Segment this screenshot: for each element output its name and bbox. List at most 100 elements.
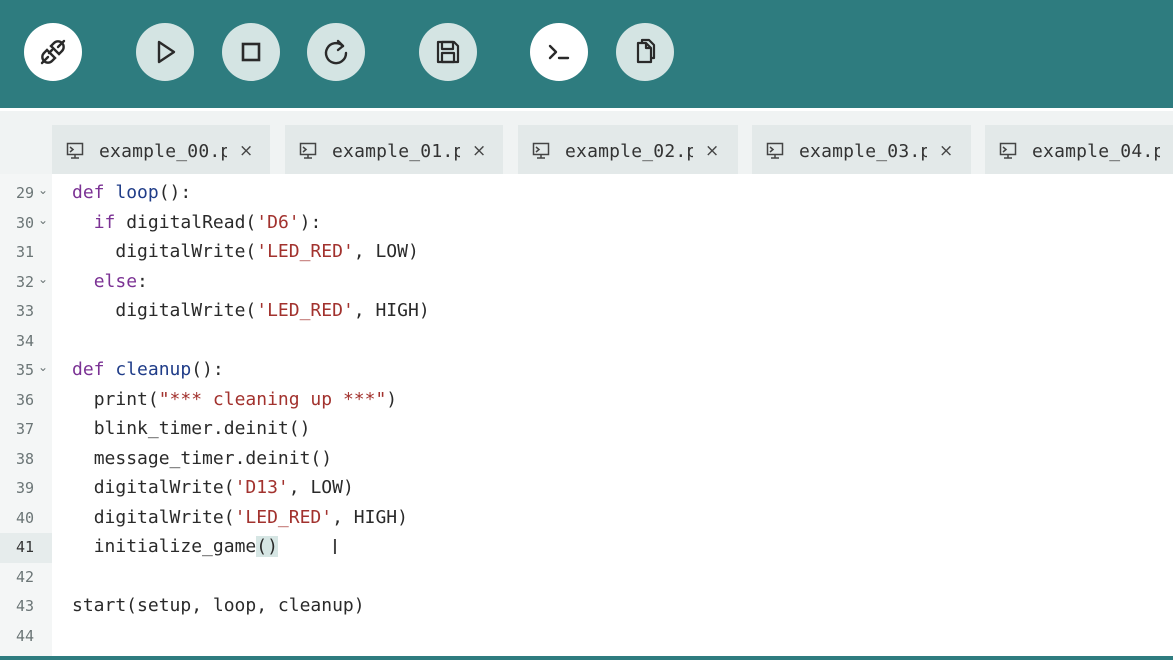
code-line[interactable]: 30 ⌄ if digitalRead('D6'): (0, 209, 1173, 239)
string-literal: 'D13' (234, 477, 289, 498)
line-number: 39 (15, 479, 34, 497)
code-text: ) (386, 388, 398, 410)
code-line[interactable]: 40 digitalWrite('LED_RED', HIGH) (0, 504, 1173, 534)
tab-label: example_01.py (332, 140, 460, 162)
save-icon (436, 40, 460, 64)
code-line[interactable]: 29 ⌄ def loop(): (0, 179, 1173, 209)
line-number: 35 (15, 361, 34, 379)
file-icon (66, 142, 84, 159)
string-literal: 'LED_RED' (256, 300, 354, 321)
code-text: digitalWrite( (115, 300, 257, 321)
reload-button[interactable] (307, 23, 365, 81)
file-icon (766, 142, 784, 159)
file-icon (299, 142, 317, 159)
line-number: 29 (15, 184, 34, 202)
code-line[interactable]: 34 (0, 327, 1173, 357)
fold-icon[interactable]: ⌄ (38, 360, 48, 374)
tab-label: example_02.py (565, 140, 693, 162)
code-text: , HIGH) (332, 506, 408, 528)
code-line[interactable]: 33 digitalWrite('LED_RED', HIGH) (0, 297, 1173, 327)
code-text: digitalWrite( (93, 477, 235, 498)
status-bar (0, 656, 1173, 660)
line-number: 40 (15, 508, 34, 527)
bracket-match-highlight: () (256, 536, 278, 557)
line-number: 37 (15, 420, 34, 438)
tab-strip: example_00.py × example_01.py × example_… (0, 108, 1173, 177)
run-button[interactable] (136, 23, 194, 81)
code-line[interactable]: 42 (0, 563, 1173, 593)
fold-icon[interactable]: ⌄ (38, 183, 48, 197)
close-icon[interactable]: × (705, 141, 719, 161)
string-literal: 'LED_RED' (256, 241, 354, 262)
close-icon[interactable]: × (472, 141, 486, 161)
keyword: if (93, 211, 116, 233)
code-text: , LOW) (288, 477, 354, 498)
stop-icon (241, 42, 261, 62)
active-code-line[interactable]: 41 initialize_game() I (0, 533, 1173, 563)
keyword: def (72, 182, 105, 203)
line-number: 44 (15, 626, 34, 645)
tab-label: example_04.py (1032, 140, 1160, 162)
code-text: message_timer.deinit() (93, 447, 333, 469)
code-text: print( (93, 388, 159, 410)
close-icon[interactable]: × (239, 141, 253, 161)
code-text: digitalRead( (126, 211, 257, 233)
line-number: 34 (15, 331, 34, 350)
string-literal: 'D6' (256, 211, 300, 233)
line-number: 38 (15, 449, 34, 468)
fold-icon[interactable]: ⌄ (38, 213, 48, 227)
tab-example-00[interactable]: example_00.py × (52, 125, 270, 177)
code-editor[interactable]: 29 ⌄ def loop(): 30 ⌄ if digitalRead('D6… (0, 174, 1173, 660)
code-text: ): (299, 211, 322, 233)
toolbar (0, 0, 1173, 108)
tab-example-02[interactable]: example_02.py × (518, 125, 738, 177)
code-text: initialize_game (93, 536, 257, 557)
line-number: 43 (15, 597, 34, 615)
line-number: 36 (15, 390, 34, 409)
code-text: digitalWrite( (93, 506, 235, 528)
files-button[interactable] (616, 23, 674, 81)
line-number: 41 (15, 538, 34, 556)
line-number: 32 (15, 272, 34, 291)
code-line[interactable]: 39 digitalWrite('D13', LOW) (0, 474, 1173, 504)
function-name: loop (115, 182, 159, 203)
file-icon (532, 142, 550, 159)
code-text: , LOW) (353, 241, 419, 262)
code-line[interactable]: 44 (0, 622, 1173, 652)
code-line[interactable]: 43 start(setup, loop, cleanup) (0, 592, 1173, 622)
keyword: def (72, 359, 105, 380)
tab-example-03[interactable]: example_03.py × (752, 125, 971, 177)
function-name: cleanup (115, 359, 192, 380)
code-line[interactable]: 31 digitalWrite('LED_RED', LOW) (0, 238, 1173, 268)
code-text: digitalWrite( (115, 241, 257, 262)
text-cursor-icon: I (332, 535, 338, 559)
code-line[interactable]: 37 blink_timer.deinit() (0, 415, 1173, 445)
line-number: 30 (15, 213, 34, 232)
code-text: (): (191, 359, 224, 380)
save-button[interactable] (419, 23, 477, 81)
tab-example-01[interactable]: example_01.py × (285, 125, 503, 177)
code-text: , HIGH) (353, 300, 430, 321)
play-icon (157, 40, 176, 64)
tab-example-04[interactable]: example_04.py (985, 125, 1173, 177)
code-text: : (137, 270, 148, 292)
line-number: 31 (15, 243, 34, 261)
fold-icon[interactable]: ⌄ (38, 272, 48, 286)
connect-button[interactable] (24, 23, 82, 81)
stop-button[interactable] (222, 23, 280, 81)
files-icon (636, 38, 656, 64)
code-line[interactable]: 38 message_timer.deinit() (0, 445, 1173, 475)
keyword: else (93, 270, 138, 292)
reload-icon (324, 39, 348, 65)
code-line[interactable]: 35 ⌄ def cleanup(): (0, 356, 1173, 386)
code-text: blink_timer.deinit() (93, 418, 311, 439)
code-line[interactable]: 36 print("*** cleaning up ***") (0, 386, 1173, 416)
code-line[interactable]: 32 ⌄ else: (0, 268, 1173, 298)
string-literal: 'LED_RED' (234, 506, 333, 528)
file-icon (999, 142, 1017, 159)
string-literal: "*** cleaning up ***" (158, 388, 387, 410)
console-button[interactable] (530, 23, 588, 81)
tab-label: example_03.py (799, 140, 927, 162)
close-icon[interactable]: × (939, 141, 953, 161)
code-text: (): (158, 182, 192, 203)
